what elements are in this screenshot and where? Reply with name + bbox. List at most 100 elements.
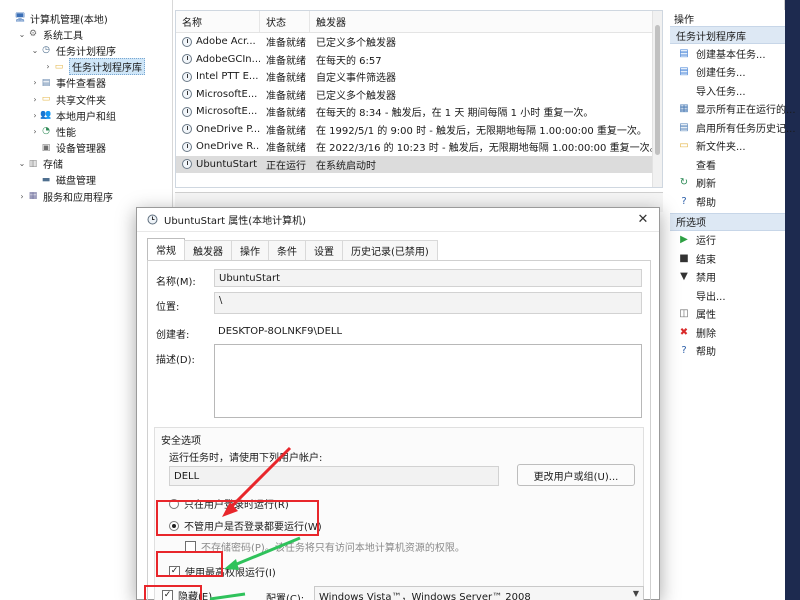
chevron-down-icon[interactable]: ⌄ <box>17 30 27 39</box>
action-item-section1-4[interactable]: ▤ 启用所有任务历史记... <box>670 118 795 137</box>
action-item-label: 运行 <box>696 236 716 248</box>
action-item-section1-1[interactable]: ▤ 创建任务... <box>670 63 785 82</box>
tree-item-3[interactable]: › ▭ 任务计划程序库 <box>0 58 172 76</box>
tree-item-label: 本地用户和组 <box>56 111 116 123</box>
column-header-name[interactable]: 名称 <box>176 11 260 32</box>
close-icon[interactable]: ✕ <box>635 213 651 227</box>
table-row[interactable]: OneDrive R... 准备就绪在 2022/3/16 的 10:23 时 -… <box>176 138 662 156</box>
task-name-cell: AdobeGCIn... <box>176 54 260 65</box>
clock-icon: ◷ <box>42 45 50 56</box>
delete-icon: ✖ <box>679 326 689 338</box>
properties-icon: ◫ <box>679 308 689 320</box>
column-header-status[interactable]: 状态 <box>260 11 310 32</box>
table-row[interactable]: AdobeGCIn... 准备就绪 在每天的 6:57 <box>176 51 662 69</box>
actions-library-list: ▤ 创建基本任务... ▤ 创建任务... 导入任务... ▦ 显示所有正在运行的... ▤ 启… <box>670 44 795 211</box>
table-row[interactable]: Intel PTT E... 准备就绪 自定义事件筛选器 <box>176 68 662 86</box>
action-item-label: 结束 <box>696 254 716 266</box>
change-user-button[interactable]: 更改用户或组(U)... <box>517 464 635 486</box>
tree-item-0[interactable]: 🖥 计算机管理(本地) <box>0 10 172 26</box>
action-item-section1-5[interactable]: ▭ 新文件夹... <box>670 137 785 156</box>
task-status: 准备就绪 <box>266 38 306 50</box>
chevron-down-icon[interactable]: ⌄ <box>17 159 27 168</box>
action-item-section2-4[interactable]: ◫ 属性 <box>670 305 785 324</box>
tab-5[interactable]: 历史记录(已禁用) <box>342 240 438 260</box>
tab-3[interactable]: 条件 <box>268 240 306 260</box>
tree-item-2[interactable]: ⌄ ◷ 任务计划程序 <box>0 42 172 58</box>
action-item-label: 禁用 <box>696 273 716 285</box>
table-row[interactable]: UbuntuStart 正在运行 在系统启动时 <box>176 155 662 173</box>
do-not-store-password-label: 不存储密码(P)。该任务将只有访问本地计算机资源的权限。 <box>201 543 465 554</box>
highlight-box-highest-privileges <box>156 551 223 577</box>
action-item-section2-1[interactable]: ■ 结束 <box>670 249 785 268</box>
chevron-right-icon[interactable]: › <box>17 192 27 201</box>
tree-item-6[interactable]: › 👥 本地用户和组 <box>0 107 172 123</box>
task-clock-icon <box>147 214 158 225</box>
end-icon: ■ <box>679 252 689 264</box>
column-header-trigger[interactable]: 触发器 <box>310 11 662 32</box>
scrollbar-thumb[interactable] <box>655 25 660 155</box>
chevron-down-icon: ▼ <box>632 589 639 598</box>
action-item-section2-0[interactable]: ▶ 运行 <box>670 231 785 250</box>
table-row[interactable]: MicrosoftE... 准备就绪 在每天的 8:34 - 触发后，在 1 天 期… <box>176 103 662 121</box>
configure-for-value: Windows Vista™，Windows Server™ 2008 <box>319 591 531 600</box>
action-item-section2-2[interactable]: ▼ 禁用 <box>670 268 785 287</box>
task-trigger: 在系统启动时 <box>316 160 376 172</box>
action-item-section1-0[interactable]: ▤ 创建基本任务... <box>670 44 785 63</box>
do-not-store-password-checkbox[interactable]: 不存储密码(P)。该任务将只有访问本地计算机资源的权限。 <box>185 539 465 554</box>
folder-icon: ▭ <box>41 94 51 105</box>
action-item-section1-6[interactable]: 查看 <box>670 155 785 174</box>
action-item-section2-6[interactable]: ? 帮助 <box>670 342 785 361</box>
tree-item-4[interactable]: › ▤ 事件查看器 <box>0 75 172 91</box>
action-item-label: 导出... <box>696 291 726 303</box>
action-item-section1-7[interactable]: ↻ 刷新 <box>670 174 785 193</box>
perf-icon: ◔ <box>42 126 50 137</box>
actions-section-library-header[interactable]: 任务计划程序库 <box>670 26 785 44</box>
task-name-cell: Intel PTT E... <box>176 71 260 82</box>
task-name: MicrosoftE... <box>196 88 258 100</box>
task-name: OneDrive R... <box>196 141 260 153</box>
action-item-section1-8[interactable]: ? 帮助 <box>670 192 785 211</box>
storage-icon: ▥ <box>28 158 38 169</box>
table-row[interactable]: OneDrive P... 准备就绪在 1992/5/1 的 9:00 时 - 触… <box>176 121 662 139</box>
tree-item-8[interactable]: ▣ 设备管理器 <box>0 140 172 156</box>
tree-item-1[interactable]: ⌄ ⚙ 系统工具 <box>0 26 172 42</box>
chevron-right-icon[interactable]: › <box>30 95 40 104</box>
tree-item-label: 事件查看器 <box>56 79 106 91</box>
help-icon: ? <box>681 195 687 207</box>
tree-item-9[interactable]: ⌄ ▥ 存储 <box>0 156 172 172</box>
task-clock-icon <box>182 54 192 65</box>
tree-item-11[interactable]: › ▦ 服务和应用程序 <box>0 188 172 204</box>
chevron-right-icon[interactable]: › <box>43 62 53 71</box>
dialog-title-bar[interactable]: UbuntuStart 属性(本地计算机) <box>137 208 659 232</box>
tab-2[interactable]: 操作 <box>231 240 269 260</box>
tree-item-7[interactable]: › ◔ 性能 <box>0 123 172 139</box>
chevron-right-icon[interactable]: › <box>30 127 40 136</box>
action-item-section1-2[interactable]: 导入任务... <box>670 81 785 100</box>
chevron-right-icon[interactable]: › <box>30 78 40 87</box>
tab-0[interactable]: 常规 <box>147 238 185 260</box>
action-item-section1-3[interactable]: ▦ 显示所有正在运行的... <box>670 100 795 119</box>
configure-for-select[interactable]: Windows Vista™，Windows Server™ 2008 ▼ <box>314 586 644 600</box>
disk-icon: ▬ <box>41 174 51 185</box>
actions-section-selected-header[interactable]: 所选项 <box>670 212 785 231</box>
action-item-section2-3[interactable]: 导出... <box>670 286 785 305</box>
chevron-right-icon[interactable]: › <box>30 111 40 120</box>
tree-item-5[interactable]: › ▭ 共享文件夹 <box>0 91 172 107</box>
table-row[interactable]: Adobe Acr... 准备就绪 已定义多个触发器 <box>176 33 662 51</box>
tab-4[interactable]: 设置 <box>305 240 343 260</box>
task-clock-icon <box>182 89 192 100</box>
table-row[interactable]: MicrosoftE... 准备就绪 已定义多个触发器 <box>176 86 662 104</box>
action-item-label: 启用所有任务历史记... <box>696 123 796 135</box>
task-list-scrollbar[interactable] <box>652 11 662 187</box>
action-item-section2-5[interactable]: ✖ 删除 <box>670 323 785 342</box>
chevron-down-icon[interactable]: ⌄ <box>30 46 40 55</box>
highlight-box-hidden <box>144 585 202 600</box>
tree-item-label: 存储 <box>43 160 63 172</box>
dialog-tabs: 常规 触发器 操作 条件 设置 历史记录(已禁用) <box>147 238 438 260</box>
tree-item-10[interactable]: ▬ 磁盘管理 <box>0 172 172 188</box>
task-list-header: 名称 状态 触发器 <box>176 11 662 33</box>
name-field[interactable]: UbuntuStart <box>214 269 642 287</box>
users-icon: 👥 <box>40 110 52 121</box>
description-field[interactable] <box>214 344 642 418</box>
tab-1[interactable]: 触发器 <box>184 240 232 260</box>
